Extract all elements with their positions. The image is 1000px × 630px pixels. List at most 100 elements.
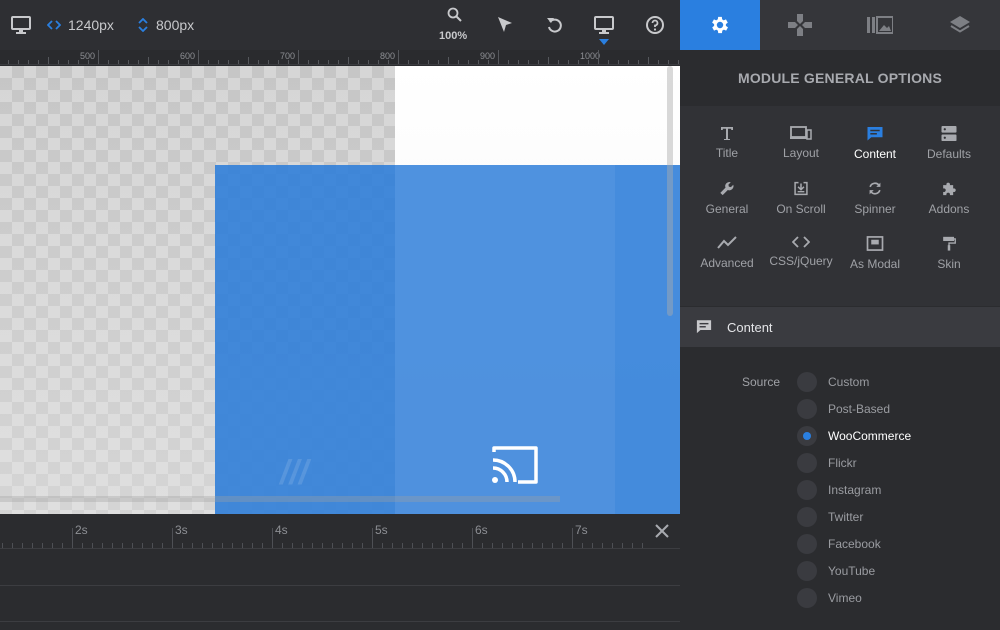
option-layout[interactable]: Layout [761, 106, 841, 161]
desktop-view-button[interactable] [11, 0, 31, 50]
radio-label: WooCommerce [828, 429, 912, 443]
option-spinner[interactable]: Spinner [835, 161, 915, 216]
option-advanced[interactable]: Advanced [687, 216, 767, 271]
radio-button[interactable] [797, 372, 817, 392]
timeline-label: 3s [175, 523, 188, 537]
timeline-tick [302, 543, 303, 548]
tab-layers[interactable] [920, 0, 1000, 50]
source-option-flickr[interactable]: Flickr [797, 452, 857, 474]
options-grid: Title Layout Content Defaults General On… [680, 106, 1000, 306]
editor-root: 1240px 800px 100% 500 600 700 800 900 10… [0, 0, 1000, 630]
timeline-tick [392, 543, 393, 548]
ruler-tick [668, 60, 669, 64]
ruler-tick [478, 60, 479, 64]
undo-button[interactable] [546, 0, 564, 50]
source-option-vimeo[interactable]: Vimeo [797, 587, 862, 609]
timeline-tick [602, 543, 603, 548]
ruler-tick [148, 57, 149, 64]
radio-button[interactable] [797, 399, 817, 419]
radio-button-selected[interactable] [797, 426, 817, 446]
timeline-tick [422, 543, 423, 548]
zoom-level: 100% [439, 30, 468, 42]
radio-button[interactable] [797, 480, 817, 500]
timeline-label: 6s [475, 523, 488, 537]
radio-button[interactable] [797, 453, 817, 473]
horizontal-scrollbar[interactable] [0, 496, 560, 502]
option-title[interactable]: Title [687, 106, 767, 161]
timeline-tick [362, 543, 363, 548]
help-icon [646, 16, 664, 34]
timeline-tick [542, 543, 543, 548]
zoom-button[interactable] [447, 0, 463, 30]
option-addons[interactable]: Addons [909, 161, 989, 216]
option-defaults[interactable]: Defaults [909, 106, 989, 161]
ruler-tick [538, 60, 539, 64]
radio-label: Vimeo [828, 591, 862, 605]
close-icon[interactable] [654, 523, 670, 539]
radio-button[interactable] [797, 507, 817, 527]
option-css-jquery[interactable]: CSS/jQuery [761, 216, 841, 271]
timeline-tick [22, 543, 23, 548]
ruler-tick [368, 60, 369, 64]
timeline-tick [12, 543, 13, 548]
option-as-modal[interactable]: As Modal [835, 216, 915, 271]
source-label: Source [742, 375, 781, 389]
source-option-twitter[interactable]: Twitter [797, 506, 863, 528]
radio-label: Flickr [828, 456, 857, 470]
vertical-scrollbar[interactable] [667, 66, 673, 316]
option-on-scroll[interactable]: On Scroll [761, 161, 841, 216]
option-content[interactable]: Content [835, 106, 915, 161]
option-general[interactable]: General [687, 161, 767, 216]
code-icon [792, 236, 810, 248]
radio-button[interactable] [797, 534, 817, 554]
ruler-tick [198, 50, 199, 64]
timeline-row[interactable] [0, 550, 680, 586]
width-control[interactable]: 1240px [47, 0, 114, 50]
ruler-tick [228, 60, 229, 64]
option-label: CSS/jQuery [769, 254, 833, 268]
radio-button[interactable] [797, 561, 817, 581]
timeline-tick [592, 543, 593, 548]
option-label: General [705, 202, 749, 216]
ruler-tick [418, 60, 419, 64]
timeline-tick [572, 528, 573, 548]
monitor-icon [594, 16, 614, 34]
timeline-tick [642, 543, 643, 548]
source-option-custom[interactable]: Custom [797, 371, 869, 393]
ruler-tick [648, 57, 649, 64]
tab-settings[interactable] [680, 0, 760, 50]
source-option-facebook[interactable]: Facebook [797, 533, 881, 555]
option-label: Skin [937, 257, 961, 271]
ruler-tick [508, 60, 509, 64]
select-tool-button[interactable] [497, 0, 513, 50]
help-button[interactable] [645, 0, 665, 50]
source-option-instagram[interactable]: Instagram [797, 479, 881, 501]
ruler-tick [358, 60, 359, 64]
title-icon [721, 127, 733, 140]
source-option-youtube[interactable]: YouTube [797, 560, 875, 582]
source-option-post-based[interactable]: Post-Based [797, 398, 890, 420]
paint-roller-icon [943, 236, 956, 251]
tab-navigation[interactable] [760, 0, 840, 50]
radio-label: Custom [828, 375, 870, 389]
option-skin[interactable]: Skin [909, 216, 989, 271]
ruler-tick [68, 60, 69, 64]
source-option-woocommerce[interactable]: WooCommerce [797, 425, 911, 447]
timeline-tick [482, 543, 483, 548]
slide-canvas[interactable]: /// [0, 66, 680, 514]
height-control[interactable]: 800px [138, 0, 194, 50]
ruler-tick [238, 60, 239, 64]
radio-button[interactable] [797, 588, 817, 608]
ruler-tick [378, 60, 379, 64]
timeline-tick [52, 543, 53, 548]
content-icon [867, 126, 883, 141]
height-arrows-icon [138, 18, 148, 32]
refresh-icon [869, 182, 881, 195]
tab-media[interactable] [840, 0, 920, 50]
timeline-label: 2s [75, 523, 88, 537]
timeline-tick [452, 543, 453, 548]
content-section-header[interactable]: Content [680, 307, 1000, 347]
timeline-tick [162, 543, 163, 548]
timeline-row[interactable] [0, 586, 680, 622]
panel-title: MODULE GENERAL OPTIONS [737, 69, 943, 86]
